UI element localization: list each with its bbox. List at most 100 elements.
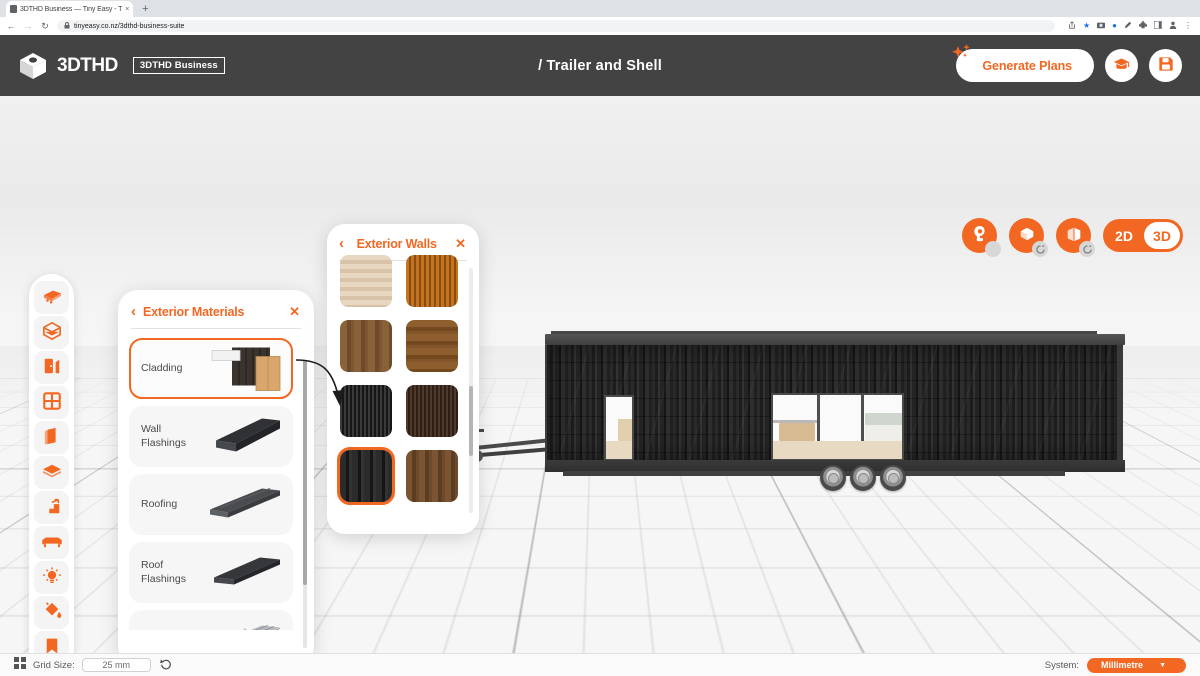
share-icon[interactable] bbox=[1068, 21, 1076, 31]
window-sill bbox=[773, 441, 902, 459]
bookmark-star-icon[interactable]: ★ bbox=[1083, 22, 1090, 30]
close-icon[interactable]: ✕ bbox=[455, 237, 466, 250]
camera-icon[interactable] bbox=[1097, 21, 1106, 31]
roof-cap bbox=[545, 331, 1125, 345]
swatch-rich-brown-vertical-timber[interactable] bbox=[403, 447, 461, 505]
material-item-wall-flashings[interactable]: Wall Flashings bbox=[129, 406, 293, 467]
walls-scrollbar-thumb[interactable] bbox=[469, 386, 473, 456]
forward-icon[interactable]: → bbox=[23, 21, 33, 31]
wheel bbox=[820, 465, 846, 491]
trailer-icon bbox=[41, 287, 63, 308]
viewport-3d[interactable]: 2D 3D ‹ Exterior Materials ✕ Cladding Wa… bbox=[0, 96, 1200, 676]
window-icon bbox=[42, 391, 62, 414]
academy-button[interactable] bbox=[1105, 49, 1138, 82]
sidebar-item-doors[interactable] bbox=[34, 351, 69, 384]
sofa-icon bbox=[41, 533, 63, 552]
grid-icon bbox=[14, 656, 26, 674]
save-button[interactable] bbox=[1149, 49, 1182, 82]
sidebar-item-shell[interactable] bbox=[34, 316, 69, 349]
pen-icon[interactable] bbox=[1124, 21, 1132, 31]
divider bbox=[131, 328, 301, 329]
swatch-orange-batten[interactable] bbox=[403, 252, 461, 310]
sidebar-item-lighting[interactable] bbox=[34, 561, 69, 594]
brand[interactable]: 3DTHD 3DTHD Business bbox=[18, 52, 225, 80]
cladding-surface[interactable] bbox=[547, 345, 1121, 461]
shell-cube-icon bbox=[42, 321, 62, 344]
address-bar[interactable]: tinyeasy.co.nz/3dthd-business-suite bbox=[57, 20, 1055, 32]
new-tab-button[interactable]: + bbox=[137, 1, 153, 17]
menu-icon[interactable]: ⋮ bbox=[1184, 22, 1192, 30]
material-item-partial[interactable] bbox=[129, 610, 293, 630]
swatch-pale-timber-board[interactable] bbox=[337, 252, 395, 310]
extensions-icon[interactable] bbox=[1139, 21, 1147, 31]
exterior-materials-panel: ‹ Exterior Materials ✕ Cladding Wall Fla… bbox=[118, 290, 314, 666]
wall-swatch-grid[interactable] bbox=[337, 252, 469, 505]
orbit-cube-icon bbox=[1018, 225, 1036, 246]
header-actions: Generate Plans bbox=[952, 44, 1182, 82]
blue-circle-icon[interactable]: ● bbox=[1112, 22, 1117, 30]
toggle-2d[interactable]: 2D bbox=[1106, 222, 1142, 249]
section-view-button[interactable] bbox=[1056, 218, 1095, 257]
sidebar-item-finishes[interactable] bbox=[34, 596, 69, 629]
side-panel-icon[interactable] bbox=[1153, 20, 1163, 31]
walls-panel-header: ‹ Exterior Walls ✕ bbox=[337, 236, 469, 251]
generate-plans-button[interactable]: Generate Plans bbox=[952, 44, 1094, 82]
toggle-3d[interactable]: 3D bbox=[1144, 222, 1180, 249]
sidebar-item-walls[interactable] bbox=[34, 421, 69, 454]
system-select[interactable]: Millimetre ▼ bbox=[1087, 657, 1186, 673]
dimension-toggle[interactable]: 2D 3D bbox=[1103, 219, 1183, 252]
profile-icon[interactable] bbox=[1169, 21, 1177, 31]
browser-tabstrip: 3DTHD Business — Tiny Easy - T × + bbox=[0, 0, 1200, 17]
window-narrow[interactable] bbox=[604, 395, 634, 461]
section-badge bbox=[1079, 241, 1095, 257]
back-icon[interactable]: ← bbox=[6, 21, 16, 31]
sidebar-item-windows[interactable] bbox=[34, 386, 69, 419]
roofing-thumbnail-icon bbox=[206, 482, 284, 527]
lock-icon bbox=[64, 21, 70, 31]
swatch-dark-brown-ribbed-batten[interactable] bbox=[403, 382, 461, 440]
close-icon[interactable]: ✕ bbox=[289, 305, 300, 318]
material-item-label: Roofing bbox=[141, 497, 178, 510]
browser-toolbar: ← → ↻ tinyeasy.co.nz/3dthd-business-suit… bbox=[0, 17, 1200, 35]
sidebar-item-stairs[interactable] bbox=[34, 491, 69, 524]
sidebar-item-floors[interactable] bbox=[34, 456, 69, 489]
measure-tool-button[interactable] bbox=[962, 218, 1001, 257]
wall-panel-icon bbox=[43, 426, 61, 449]
window-glazing-bank[interactable] bbox=[771, 393, 904, 461]
address-bar-url: tinyeasy.co.nz/3dthd-business-suite bbox=[74, 22, 185, 30]
mesh-thumbnail-icon bbox=[210, 621, 284, 630]
house-shell[interactable] bbox=[545, 331, 1125, 476]
paint-bucket-icon bbox=[42, 601, 62, 624]
wall-flashing-thumbnail-icon bbox=[210, 412, 284, 461]
browser-chrome: 3DTHD Business — Tiny Easy - T × + ← → ↻… bbox=[0, 0, 1200, 35]
sidebar-item-trailer[interactable] bbox=[34, 281, 69, 314]
tape-measure-badge bbox=[985, 241, 1001, 257]
interior-wall-panel bbox=[865, 413, 902, 425]
wheel bbox=[850, 465, 876, 491]
grid-size-label: Grid Size: bbox=[33, 659, 75, 671]
grid-reset-button[interactable] bbox=[158, 658, 174, 673]
material-item-roof-flashings[interactable]: Roof Flashings bbox=[129, 542, 293, 603]
close-icon[interactable]: × bbox=[125, 6, 129, 13]
swatch-charcoal-vertical-timber[interactable] bbox=[337, 447, 395, 505]
material-item-label: Roof Flashings bbox=[141, 559, 186, 585]
walls-scrollbar[interactable] bbox=[469, 268, 473, 513]
back-chevron-icon[interactable]: ‹ bbox=[131, 304, 136, 319]
back-chevron-icon[interactable]: ‹ bbox=[339, 236, 344, 251]
undo-arrow-icon bbox=[159, 658, 172, 673]
grid-size-input[interactable] bbox=[81, 658, 151, 672]
material-item-cladding[interactable]: Cladding bbox=[129, 338, 293, 399]
status-bar: Grid Size: System: Millimetre ▼ bbox=[0, 653, 1200, 676]
sidebar-item-furniture[interactable] bbox=[34, 526, 69, 559]
swatch-warm-brown-horizontal-board[interactable] bbox=[403, 317, 461, 375]
material-item-label: Cladding bbox=[141, 361, 183, 374]
roof-flashing-thumbnail-icon bbox=[210, 551, 284, 594]
browser-tab[interactable]: 3DTHD Business — Tiny Easy - T × bbox=[6, 1, 134, 17]
orbit-view-button[interactable] bbox=[1009, 218, 1048, 257]
tiny-house-model[interactable] bbox=[440, 226, 1140, 516]
page-icon bbox=[10, 5, 17, 13]
material-item-roofing[interactable]: Roofing bbox=[129, 474, 293, 535]
materials-list[interactable]: Cladding Wall Flashings Roofing Roof Fla… bbox=[129, 338, 303, 630]
material-item-label: Wall Flashings bbox=[141, 423, 186, 449]
reload-icon[interactable]: ↻ bbox=[40, 21, 50, 31]
